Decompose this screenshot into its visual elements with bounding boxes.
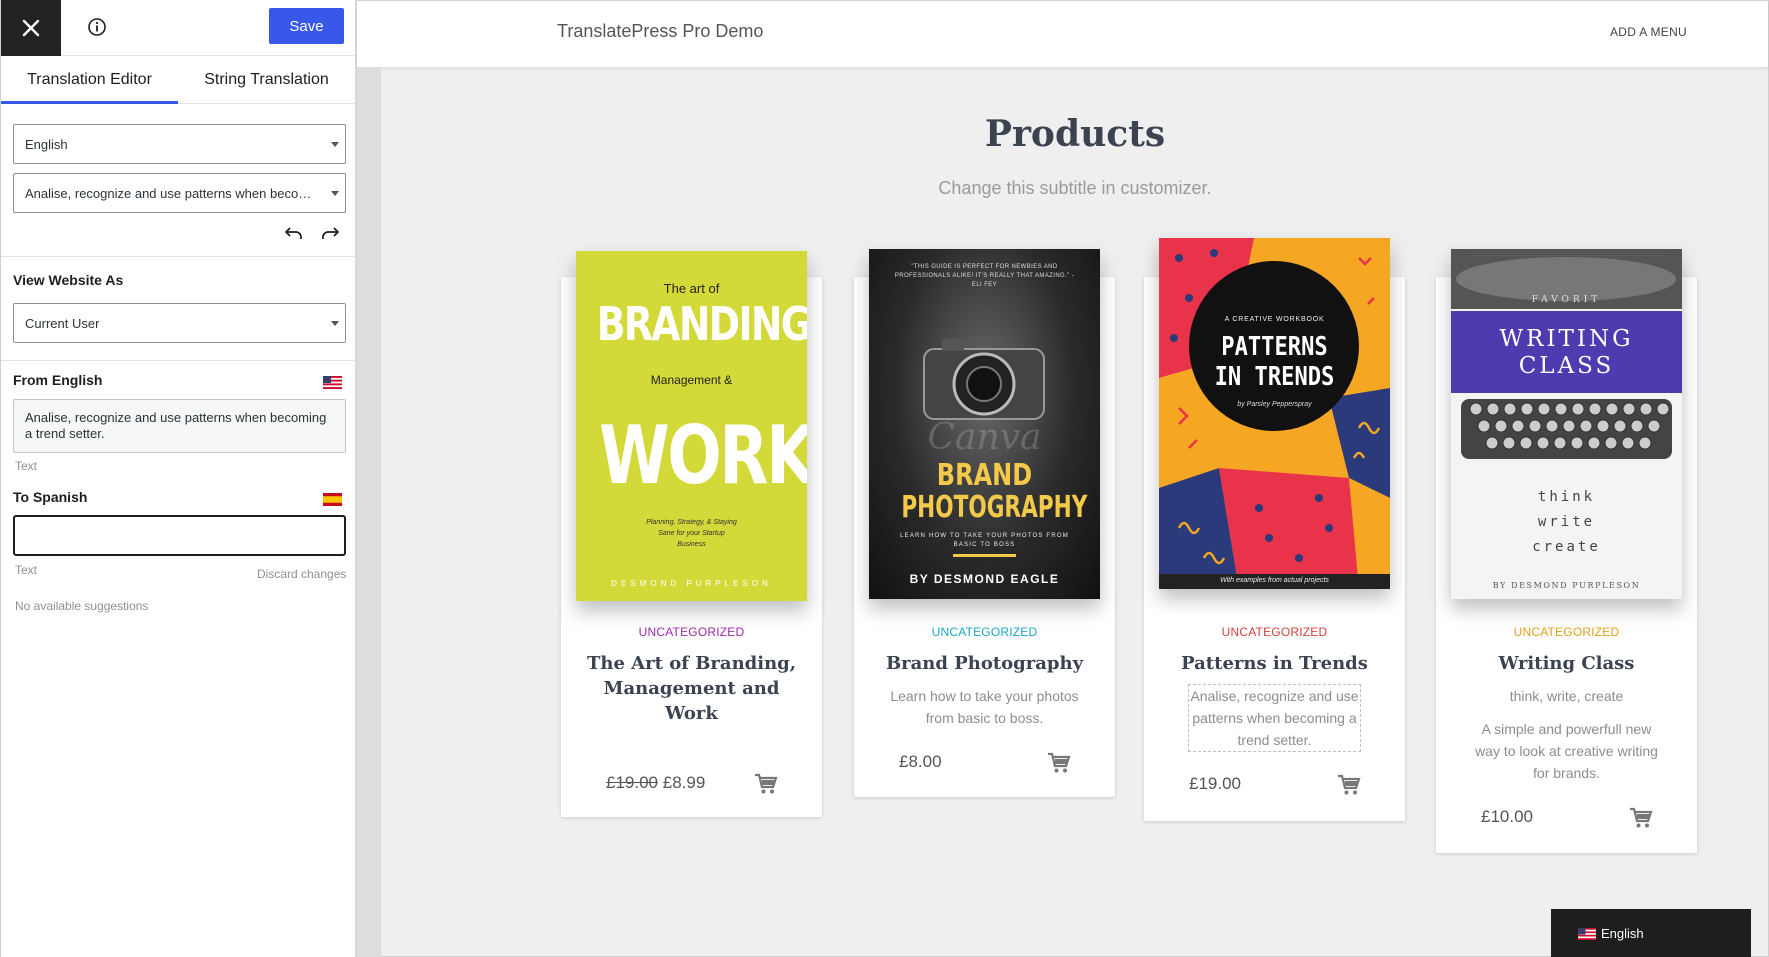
close-editor-button[interactable] bbox=[1, 0, 61, 56]
info-button[interactable] bbox=[86, 16, 108, 38]
product-category[interactable]: UNCATEGORIZED bbox=[1436, 625, 1697, 639]
product-description: A simple and powerfull new way to look a… bbox=[1475, 721, 1658, 781]
cover-text: BRAND bbox=[936, 458, 1033, 493]
add-to-cart-icon[interactable] bbox=[754, 773, 778, 795]
chevron-down-icon bbox=[331, 321, 339, 326]
sidebar-toolbar: Save bbox=[1, 0, 355, 56]
spain-flag-icon bbox=[323, 493, 342, 506]
website-preview: TranslatePress Pro Demo ADD A MENU Produ… bbox=[357, 0, 1769, 957]
cover-text: BY DESMOND PURPLESON bbox=[1492, 581, 1641, 590]
product-category[interactable]: UNCATEGORIZED bbox=[1144, 625, 1405, 639]
view-website-as-label: View Website As bbox=[13, 272, 124, 288]
translation-input[interactable] bbox=[13, 515, 346, 556]
product-category[interactable]: UNCATEGORIZED bbox=[854, 625, 1115, 639]
save-button[interactable]: Save bbox=[269, 8, 344, 44]
us-flag-icon bbox=[323, 376, 342, 389]
cover-text: create bbox=[1532, 539, 1601, 555]
cover-text: IN TRENDS bbox=[1214, 362, 1335, 392]
tab-translation-editor[interactable]: Translation Editor bbox=[1, 56, 178, 104]
cover-text: With examples from actual projects bbox=[1220, 577, 1329, 584]
chevron-down-icon bbox=[331, 191, 339, 196]
page-subtitle: Change this subtitle in customizer. bbox=[938, 178, 1212, 198]
add-to-cart-icon[interactable] bbox=[1047, 752, 1071, 774]
cover-text: WRITING bbox=[1499, 326, 1634, 352]
product-name[interactable]: Patterns in Trends bbox=[1164, 651, 1385, 676]
cover-text: "THIS GUIDE IS PERFECT FOR NEWBIES AND P… bbox=[894, 264, 1075, 288]
to-language-label: To Spanish bbox=[13, 489, 88, 505]
product-category[interactable]: UNCATEGORIZED bbox=[561, 625, 822, 639]
preview-gutter bbox=[357, 67, 381, 957]
info-icon bbox=[88, 18, 106, 36]
language-select-value: English bbox=[25, 136, 68, 152]
page-title: Products bbox=[984, 113, 1166, 155]
product-name[interactable]: Brand Photography bbox=[874, 651, 1095, 676]
add-to-cart-icon[interactable] bbox=[1629, 807, 1653, 829]
chevron-down-icon bbox=[331, 142, 339, 147]
product-image[interactable]: A CREATIVE WORKBOOK PATTERNS IN TRENDS b… bbox=[1159, 238, 1390, 589]
tab-string-translation[interactable]: String Translation bbox=[178, 56, 355, 103]
translation-sidebar: Save Translation Editor String Translati… bbox=[0, 0, 357, 957]
cover-text: WORK bbox=[599, 409, 807, 502]
sidebar-tabs: Translation Editor String Translation bbox=[1, 56, 355, 104]
cover-text: LEARN HOW TO TAKE YOUR PHOTOS FROM BASIC… bbox=[900, 533, 1069, 548]
string-select[interactable]: Analise, recognize and use patterns when… bbox=[13, 173, 346, 213]
source-text-hint: Text bbox=[15, 459, 38, 473]
product-old-price: £19.00 bbox=[606, 773, 658, 792]
site-title[interactable]: TranslatePress Pro Demo bbox=[557, 21, 763, 42]
us-flag-icon bbox=[1578, 927, 1596, 940]
add-to-cart-icon[interactable] bbox=[1337, 774, 1361, 796]
product-subtitle: think, write, create bbox=[1509, 688, 1624, 704]
cover-text: DESMOND PURPLESON bbox=[611, 579, 772, 588]
cover-rule bbox=[953, 554, 1016, 557]
product-image[interactable]: "THIS GUIDE IS PERFECT FOR NEWBIES AND P… bbox=[869, 249, 1100, 599]
divider bbox=[1, 360, 356, 361]
cover-text: CLASS bbox=[1518, 353, 1615, 379]
site-header: TranslatePress Pro Demo ADD A MENU bbox=[357, 1, 1768, 67]
pattern-background-icon bbox=[1159, 238, 1390, 589]
undo-icon bbox=[285, 227, 302, 239]
product-price: £10.00 bbox=[1481, 807, 1533, 826]
redo-button[interactable] bbox=[319, 222, 341, 244]
view-as-select[interactable]: Current User bbox=[13, 303, 346, 343]
product-price: £19.00 £8.99 bbox=[606, 773, 705, 793]
product-image[interactable]: FAVORIT WRITING CLASS think write create… bbox=[1451, 249, 1682, 599]
language-switcher[interactable]: English bbox=[1551, 909, 1751, 957]
language-switcher-label: English bbox=[1601, 926, 1644, 941]
discard-changes-link[interactable]: Discard changes bbox=[257, 567, 346, 581]
cover-text: FAVORIT bbox=[1531, 295, 1602, 305]
cover-text: think bbox=[1537, 489, 1596, 505]
translation-text-hint: Text bbox=[15, 563, 38, 577]
cover-text: by Parsley Pepperspray bbox=[1237, 401, 1312, 408]
cover-text: BRANDING bbox=[596, 297, 807, 351]
product-description: Learn how to take your photos from basic… bbox=[890, 688, 1079, 726]
product-sale-price: £8.99 bbox=[662, 773, 706, 792]
suggestions-text: No available suggestions bbox=[15, 599, 149, 613]
cover-text: write bbox=[1537, 514, 1596, 530]
cover-text: The art of bbox=[663, 281, 720, 296]
source-text-box: Analise, recognize and use patterns when… bbox=[13, 399, 346, 453]
cover-text: PHOTOGRAPHY bbox=[901, 490, 1088, 525]
product-price: £19.00 bbox=[1189, 774, 1241, 793]
product-description-selected[interactable]: Analise, recognize and use patterns when… bbox=[1188, 684, 1361, 752]
cover-text: BY DESMOND EAGLE bbox=[909, 572, 1060, 586]
string-select-value: Analise, recognize and use patterns when… bbox=[25, 185, 317, 201]
add-menu-link[interactable]: ADD A MENU bbox=[1610, 25, 1687, 39]
cover-text: A CREATIVE WORKBOOK bbox=[1224, 316, 1325, 323]
product-name[interactable]: Writing Class bbox=[1456, 651, 1677, 676]
divider bbox=[1, 256, 356, 257]
redo-icon bbox=[322, 227, 339, 239]
from-language-label: From English bbox=[13, 372, 103, 388]
product-price: £8.00 bbox=[899, 752, 942, 771]
view-as-select-value: Current User bbox=[25, 315, 100, 331]
undo-button[interactable] bbox=[283, 222, 305, 244]
language-select[interactable]: English bbox=[13, 124, 346, 164]
product-image[interactable]: The art of BRANDING Management & WORK Pl… bbox=[576, 251, 807, 601]
product-name[interactable]: The Art of Branding, Management and Work bbox=[581, 651, 802, 726]
cover-text: Management & bbox=[650, 373, 733, 387]
cover-text: PATTERNS bbox=[1221, 332, 1328, 362]
undo-redo-controls bbox=[283, 222, 341, 244]
cover-text: Planning, Strategy, & Staying Sane for y… bbox=[646, 519, 737, 548]
cover-watermark: Canva bbox=[927, 417, 1042, 458]
close-icon bbox=[22, 19, 40, 37]
